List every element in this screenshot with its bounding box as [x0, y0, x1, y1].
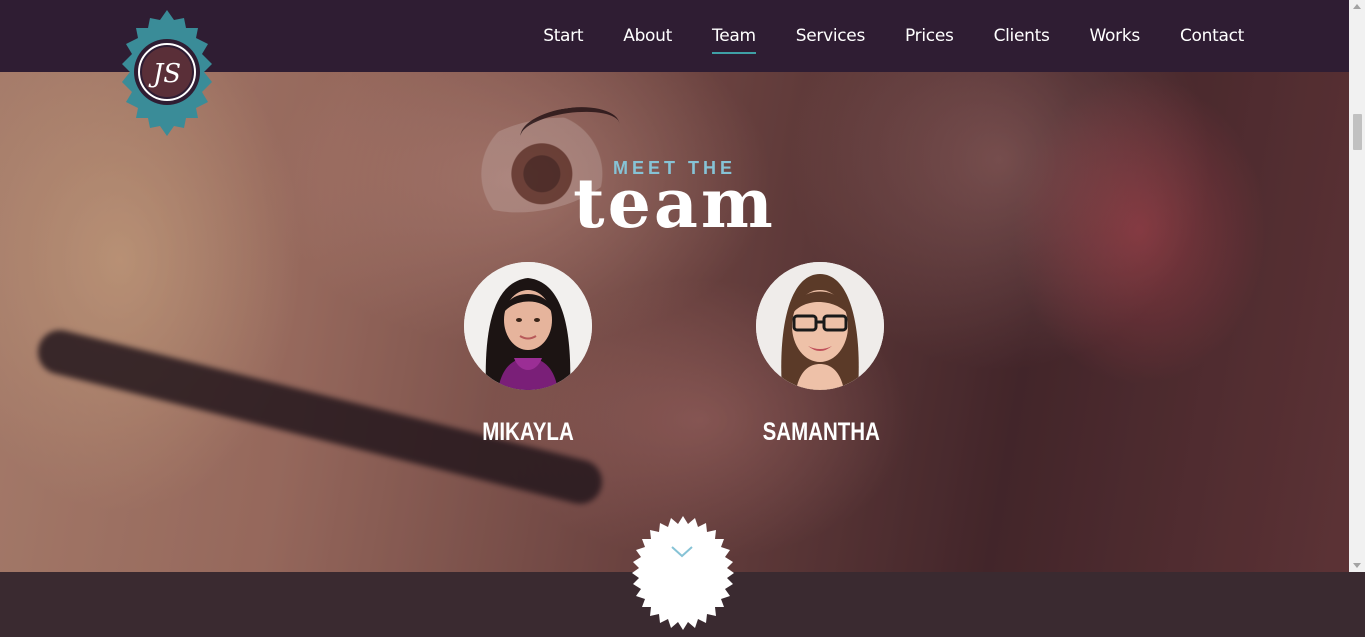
team-member-mikayla[interactable]: MIKAYLA — [458, 262, 598, 447]
nav-item-works[interactable]: Works — [1090, 26, 1141, 46]
scroll-up-arrow-icon[interactable] — [1353, 4, 1361, 9]
site-logo[interactable]: JS — [114, 8, 220, 138]
page-scrollbar[interactable] — [1349, 0, 1365, 572]
nav-item-start[interactable]: Start — [543, 26, 583, 46]
scroll-down-arrow-icon[interactable] — [1353, 563, 1361, 568]
nav-item-team[interactable]: Team — [712, 26, 756, 54]
nav-item-contact[interactable]: Contact — [1180, 26, 1244, 46]
scroll-down-button[interactable] — [624, 514, 742, 632]
team-member-samantha[interactable]: SAMANTHA — [750, 262, 890, 447]
nav-item-clients[interactable]: Clients — [994, 26, 1050, 46]
avatar[interactable] — [756, 262, 884, 390]
avatar[interactable] — [464, 262, 592, 390]
logo-monogram: JS — [148, 59, 181, 89]
scrollbar-thumb[interactable] — [1353, 114, 1362, 150]
member-name: SAMANTHA — [762, 418, 880, 446]
section-title: team — [573, 164, 776, 244]
nav-menu: Start About Team Services Prices Clients… — [503, 0, 1244, 72]
nav-item-services[interactable]: Services — [796, 26, 866, 46]
nav-item-about[interactable]: About — [623, 26, 672, 46]
nav-item-prices[interactable]: Prices — [905, 26, 954, 46]
member-name: MIKAYLA — [482, 418, 574, 446]
